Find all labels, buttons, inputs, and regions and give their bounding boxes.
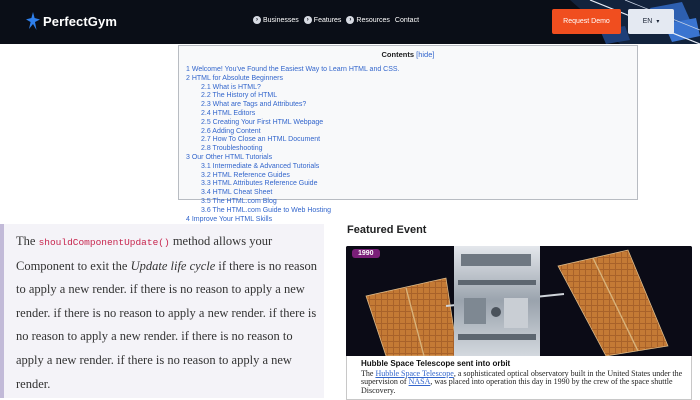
toc-link[interactable]: 2.6 Adding Content <box>186 128 400 137</box>
toc-link[interactable]: 2.3 What are Tags and Attributes? <box>186 101 400 110</box>
featured-event-heading: Featured Event <box>347 224 427 236</box>
nav-item-features[interactable]: › Features <box>303 16 342 24</box>
toc-link[interactable]: 3.3 HTML Attributes Reference Guide <box>186 180 400 189</box>
request-demo-button[interactable]: Request Demo <box>552 9 621 34</box>
quote-emphasis: Update life cycle <box>130 258 216 273</box>
toc-link[interactable]: 3.2 HTML Reference Guides <box>186 172 400 181</box>
table-of-contents: Contents [hide] 1 Welcome! You've Found … <box>178 45 638 223</box>
toc-hide-toggle[interactable]: [hide] <box>416 50 434 59</box>
chevron-down-icon: ▾ <box>656 19 660 25</box>
toc-header: Contents [hide] <box>179 50 637 59</box>
inline-code: shouldComponentUpdate() <box>38 237 170 248</box>
nav-item-businesses[interactable]: › Businesses <box>253 16 299 24</box>
nav-label: Businesses <box>263 16 299 24</box>
toc-link[interactable]: 2.5 Creating Your First HTML Webpage <box>186 119 400 128</box>
toc-link[interactable]: 2.1 What is HTML? <box>186 84 400 93</box>
toc-link[interactable]: 3 Our Other HTML Tutorials <box>186 154 400 163</box>
toc-link[interactable]: 2.8 Troubleshooting <box>186 145 400 154</box>
toc-list: 1 Welcome! You've Found the Easiest Way … <box>186 66 400 224</box>
hubble-telescope-image[interactable] <box>346 246 692 356</box>
chevron-circle-icon: › <box>303 16 312 24</box>
featured-event-title[interactable]: Hubble Space Telescope sent into orbit <box>361 359 510 368</box>
chevron-circle-icon: › <box>253 16 261 24</box>
toc-link[interactable]: 1 Welcome! You've Found the Easiest Way … <box>186 66 400 75</box>
toc-link[interactable]: 2 HTML for Absolute Beginners <box>186 75 400 84</box>
toc-link[interactable]: 2.4 HTML Editors <box>186 110 400 119</box>
toc-link[interactable]: 3.6 The HTML.com Guide to Web Hosting <box>186 207 400 216</box>
chevron-circle-icon: › <box>346 16 355 24</box>
main-nav: › Businesses › Features › Resources Cont… <box>253 16 419 24</box>
nav-item-contact[interactable]: Contact <box>395 16 419 24</box>
toc-link[interactable]: 2.2 The History of HTML <box>186 92 400 101</box>
perfectgym-star-icon <box>26 12 40 30</box>
nav-item-resources[interactable]: › Resources <box>346 16 390 24</box>
quote-text: The shouldComponentUpdate() method allow… <box>16 230 322 396</box>
year-badge: 1990 <box>352 249 380 258</box>
language-label: EN <box>642 18 653 25</box>
perfectgym-logo[interactable]: PerfectGym <box>26 12 117 30</box>
nav-label: Resources <box>356 16 390 24</box>
quote-text-start: The <box>16 234 39 248</box>
nav-label: Contact <box>394 16 420 24</box>
top-navbar: PerfectGym › Businesses › Features › Res… <box>0 0 700 44</box>
quote-text-end: if there is no reason to apply a new ren… <box>16 258 317 391</box>
toc-link[interactable]: 3.4 HTML Cheat Sheet <box>186 189 400 198</box>
brand-name: PerfectGym <box>43 13 117 29</box>
nasa-link[interactable]: NASA <box>409 377 431 386</box>
toc-link[interactable]: 3.1 Intermediate & Advanced Tutorials <box>186 163 400 172</box>
toc-link[interactable]: 3.5 The HTML.com Blog <box>186 198 400 207</box>
nav-label: Features <box>313 16 342 24</box>
language-selector[interactable]: EN ▾ <box>628 9 674 34</box>
featured-event-description: The Hubble Space Telescope, a sophistica… <box>361 369 691 395</box>
telescope-illustration <box>346 246 692 356</box>
toc-title: Contents <box>381 50 415 59</box>
blockquote: The shouldComponentUpdate() method allow… <box>0 224 324 398</box>
toc-link[interactable]: 2.7 How To Close an HTML Document <box>186 136 400 145</box>
